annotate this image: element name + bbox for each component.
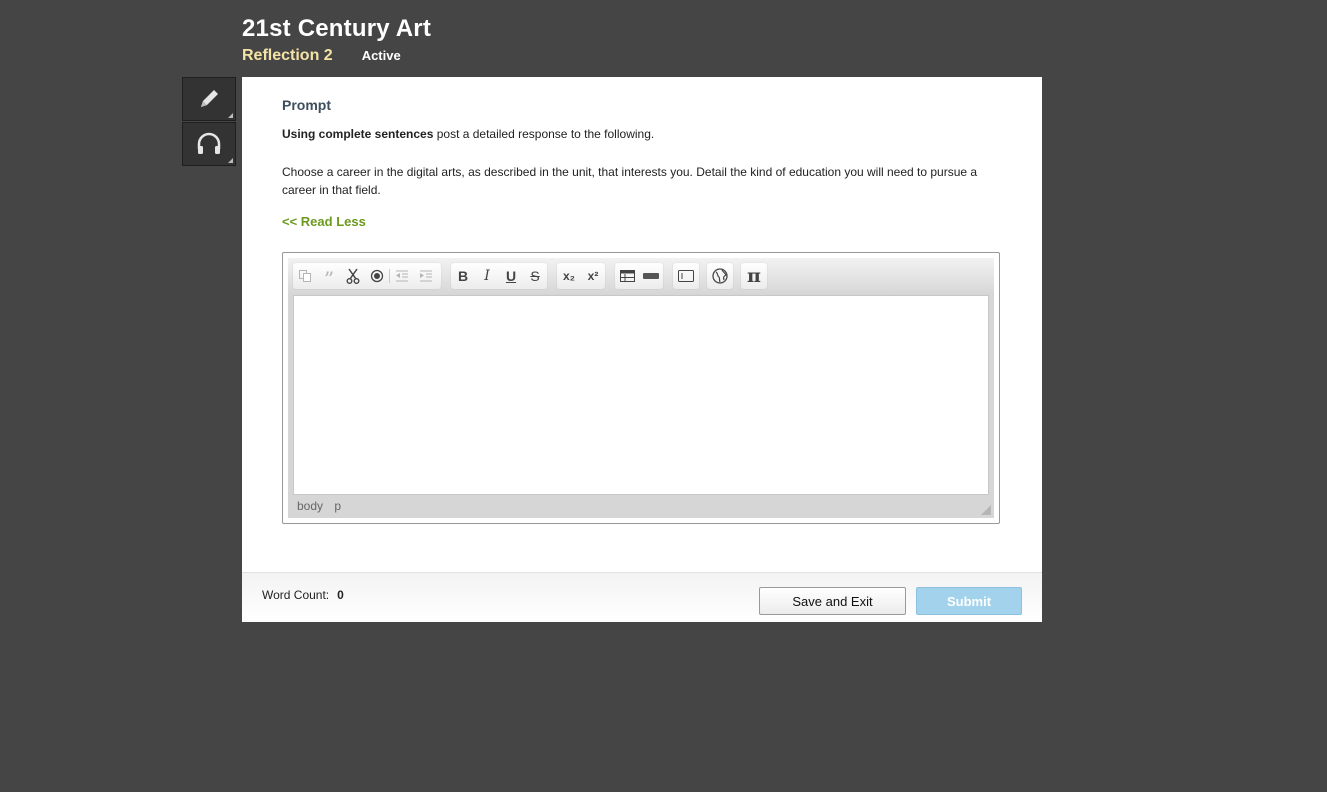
prompt-heading: Prompt [282,97,331,113]
strikethrough-icon: S [530,268,540,284]
activity-name: Reflection 2 [242,47,333,64]
indent-button[interactable] [414,263,438,289]
insert-group [615,263,663,289]
horizontal-rule-icon [643,273,659,279]
italic-button[interactable]: I [475,263,499,289]
strikethrough-button[interactable]: S [523,263,547,289]
blockquote-icon: ” [323,267,335,291]
record-icon [370,269,384,283]
script-group: x₂ x² [557,263,605,289]
course-title: 21st Century Art [242,15,432,42]
path-body[interactable]: body [297,499,323,513]
main-panel: Prompt Using complete sentences post a d… [242,77,1042,622]
subscript-icon: x₂ [562,269,575,283]
globe-group [707,263,733,289]
prompt-body: Choose a career in the digital arts, as … [282,165,978,197]
headphones-icon [197,132,221,154]
link-button[interactable] [708,263,732,289]
superscript-icon: x² [587,269,599,283]
text-field-button[interactable] [674,263,698,289]
editor-element-path: body p [297,499,349,513]
indent-icon [420,270,432,282]
subscript-button[interactable]: x₂ [557,263,581,289]
horizontal-rule-button[interactable] [639,263,663,289]
math-button[interactable]: π [742,263,766,289]
outdent-icon [396,270,408,282]
copy-button[interactable] [293,263,317,289]
page-header: 21st Century Art Reflection 2 Active [242,14,431,65]
underline-icon: U [505,268,517,284]
submit-button[interactable]: Submit [916,587,1022,615]
path-p[interactable]: p [334,499,341,513]
corner-indicator [228,113,233,118]
editor-text-area[interactable] [293,295,989,495]
save-and-exit-button[interactable]: Save and Exit [759,587,906,615]
toolbox [182,77,236,167]
bold-button[interactable]: B [451,263,475,289]
underline-button[interactable]: U [499,263,523,289]
pi-icon: π [747,265,761,287]
editor-frame: ” B I U S x₂ x² π body p [288,258,994,518]
blockquote-button[interactable]: ” [317,263,341,289]
table-button[interactable] [615,263,639,289]
word-count-label: Word Count: [262,588,330,602]
word-count-value: 0 [337,588,344,602]
field-group [673,263,699,289]
editor-resize-handle[interactable] [981,505,991,515]
footer-bar: Word Count: 0 Save and Exit Submit [242,572,1042,622]
outdent-button[interactable] [390,263,414,289]
pencil-tool-button[interactable] [182,77,236,121]
status-label: Active [361,48,401,63]
globe-icon [712,268,728,284]
activity-row: Reflection 2 Active [242,47,431,65]
copy-icon [299,270,311,282]
clipboard-group: ” [293,263,441,289]
cut-button[interactable] [341,263,365,289]
record-button[interactable] [365,263,389,289]
headphones-tool-button[interactable] [182,122,236,166]
italic-icon: I [484,268,490,284]
word-count: Word Count: 0 [262,588,344,602]
math-group: π [741,263,767,289]
table-icon [619,270,635,282]
corner-indicator [228,158,233,163]
superscript-button[interactable]: x² [581,263,605,289]
prompt-text: Using complete sentences post a detailed… [282,125,1002,199]
text-field-icon [678,270,694,282]
prompt-instruction-bold: Using complete sentences [282,127,434,141]
editor-toolbar: ” B I U S x₂ x² π [288,258,994,295]
prompt-instruction-rest: post a detailed response to the followin… [433,127,655,141]
prompt-instruction: Using complete sentences post a detailed… [282,125,1002,143]
cut-icon [346,268,360,284]
rich-text-editor: ” B I U S x₂ x² π body p [282,252,1000,524]
read-less-link[interactable]: << Read Less [282,214,366,229]
formatting-group: B I U S [451,263,547,289]
pencil-icon [201,90,218,107]
bold-icon: B [457,268,469,284]
